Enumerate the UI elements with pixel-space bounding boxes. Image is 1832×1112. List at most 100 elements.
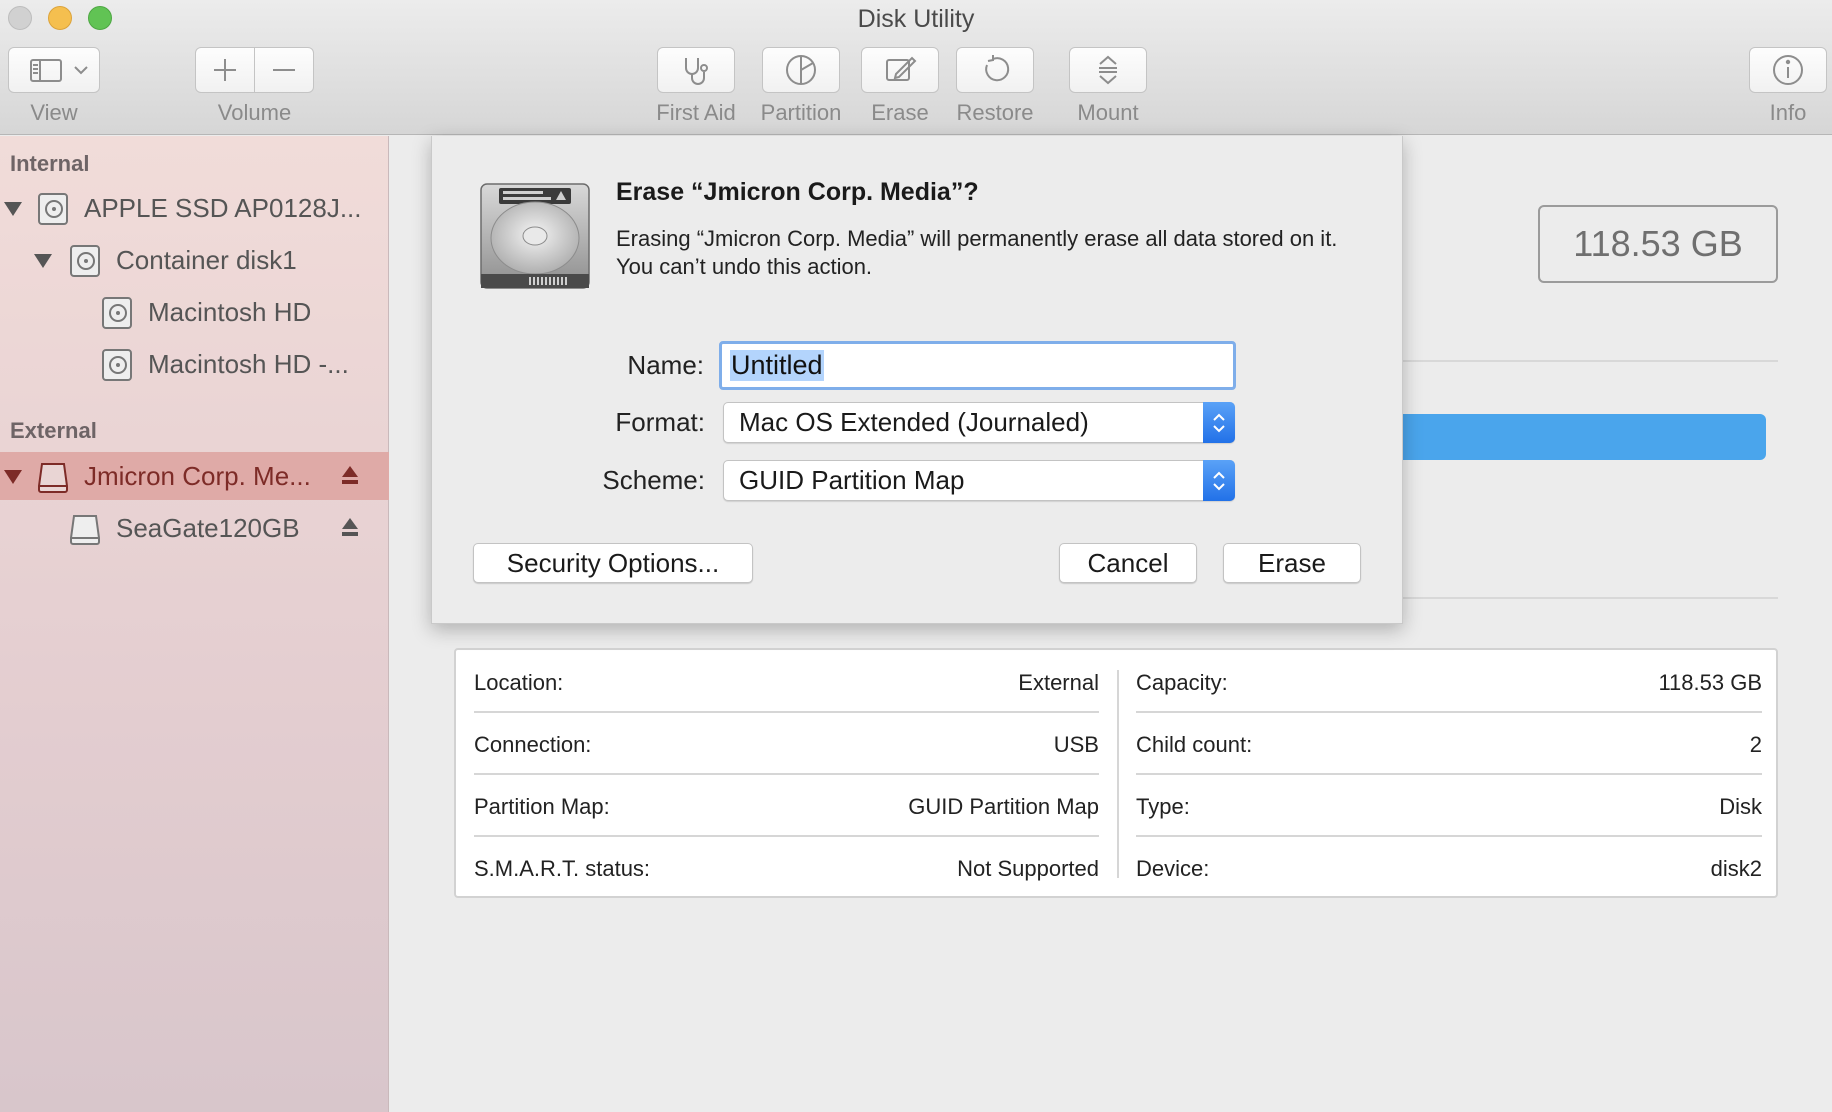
eject-icon[interactable]	[341, 516, 359, 538]
info-value-type: Disk	[1719, 794, 1762, 819]
partition-button[interactable]	[762, 47, 840, 93]
info-label-connection: Connection:	[474, 732, 592, 757]
info-icon	[1773, 55, 1803, 85]
erase-dialog: Erase “Jmicron Corp. Media”? Erasing “Jm…	[431, 136, 1403, 624]
sidebar-item-label: APPLE SSD AP0128J...	[84, 193, 362, 223]
sidebar-item-apple-ssd[interactable]: APPLE SSD AP0128J...	[0, 184, 389, 232]
row-divider	[1136, 773, 1762, 775]
divider	[1403, 360, 1778, 362]
info-value-device: disk2	[1710, 856, 1762, 881]
dialog-message: Erasing “Jmicron Corp. Media” will perma…	[616, 226, 1338, 279]
info-label-child-count: Child count:	[1136, 732, 1253, 757]
volume-label: Volume	[217, 100, 292, 125]
sidebar-item-jmicron[interactable]: Jmicron Corp. Me...	[0, 452, 389, 500]
erase-pencil-icon	[886, 56, 917, 81]
cancel-button[interactable]: Cancel	[1059, 543, 1197, 583]
remove-volume-button[interactable]	[255, 48, 314, 92]
disclosure-triangle-icon[interactable]	[4, 202, 22, 216]
restore-button[interactable]	[956, 47, 1034, 93]
info-button[interactable]	[1749, 47, 1827, 93]
erase-button[interactable]	[861, 47, 939, 93]
external-volume-icon	[70, 515, 100, 545]
sidebar: Internal APPLE SSD AP0128J... Container …	[0, 136, 389, 1112]
hard-drive-icon	[480, 183, 590, 289]
restore-label: Restore	[956, 100, 1034, 125]
info-label-partition-map: Partition Map:	[474, 794, 610, 819]
capacity-display: 118.53 GB	[1538, 205, 1778, 283]
scheme-label: Scheme:	[602, 465, 705, 495]
row-divider	[474, 773, 1099, 775]
disk-info-table: Location: External Connection: USB Parti…	[454, 648, 1778, 898]
mount-icon	[1099, 55, 1117, 85]
info-value-location: External	[1018, 670, 1099, 695]
info-value-connection: USB	[1053, 732, 1099, 757]
row-divider	[1136, 835, 1762, 837]
divider	[1403, 597, 1778, 599]
sidebar-item-label: SeaGate120GB	[116, 513, 300, 543]
external-disk-icon	[38, 463, 68, 493]
stethoscope-icon	[685, 58, 708, 85]
sidebar-item-macintosh-hd[interactable]: Macintosh HD	[0, 288, 389, 336]
format-select-value: Mac OS Extended (Journaled)	[739, 407, 1089, 437]
info-label-device: Device:	[1136, 856, 1210, 881]
partition-pie-icon	[786, 55, 816, 85]
select-arrows-icon	[1203, 402, 1235, 443]
info-label: Info	[1769, 100, 1807, 125]
add-volume-button[interactable]	[196, 48, 255, 92]
select-arrows-icon	[1203, 460, 1235, 501]
container-icon	[70, 245, 100, 277]
disclosure-triangle-icon[interactable]	[34, 254, 52, 268]
volume-icon	[102, 349, 132, 381]
partition-label: Partition	[760, 100, 842, 125]
view-button[interactable]	[8, 47, 100, 93]
security-options-button[interactable]: Security Options...	[473, 543, 753, 583]
scheme-select[interactable]: GUID Partition Map	[723, 460, 1235, 501]
sidebar-item-label: Container disk1	[116, 245, 297, 275]
format-label: Format:	[615, 407, 705, 437]
info-value-partition-map: GUID Partition Map	[908, 794, 1099, 819]
usage-bar	[1395, 414, 1766, 460]
volume-button-group	[195, 47, 314, 93]
sidebar-item-label: Jmicron Corp. Me...	[84, 461, 311, 491]
info-label-capacity: Capacity:	[1136, 670, 1228, 695]
window-title: Disk Utility	[857, 5, 975, 33]
sidebar-section-internal: Internal	[10, 151, 90, 176]
sidebar-section-external: External	[10, 418, 97, 443]
sidebar-item-label: Macintosh HD -...	[148, 349, 349, 379]
scheme-select-value: GUID Partition Map	[739, 465, 965, 495]
column-divider	[1117, 670, 1119, 878]
internal-disk-icon	[38, 193, 68, 225]
first-aid-label: First Aid	[656, 100, 736, 125]
sidebar-item-macintosh-hd-data[interactable]: Macintosh HD -...	[0, 340, 389, 388]
info-value-child-count: 2	[1749, 732, 1762, 757]
erase-label: Erase	[871, 100, 929, 125]
info-value-smart-status: Not Supported	[957, 856, 1099, 881]
mount-label: Mount	[1077, 100, 1139, 125]
minus-icon	[272, 69, 295, 71]
format-select[interactable]: Mac OS Extended (Journaled)	[723, 402, 1235, 443]
name-input[interactable]: Untitled	[719, 341, 1236, 390]
disclosure-triangle-icon[interactable]	[4, 470, 22, 484]
first-aid-button[interactable]	[657, 47, 735, 93]
erase-confirm-button[interactable]: Erase	[1223, 543, 1361, 583]
chevron-down-icon	[74, 66, 88, 75]
eject-icon[interactable]	[341, 464, 359, 486]
sidebar-toggle-icon	[30, 59, 88, 82]
sidebar-item-container-disk1[interactable]: Container disk1	[0, 236, 389, 284]
info-label-location: Location:	[474, 670, 564, 695]
dialog-title: Erase “Jmicron Corp. Media”?	[616, 178, 979, 206]
row-divider	[474, 835, 1099, 837]
info-value-capacity: 118.53 GB	[1658, 670, 1762, 695]
name-label: Name:	[627, 350, 704, 380]
info-label-type: Type:	[1136, 794, 1190, 819]
sidebar-item-label: Macintosh HD	[148, 297, 312, 327]
view-label: View	[30, 100, 78, 125]
restore-arrow-icon	[985, 55, 1010, 82]
mount-button[interactable]	[1069, 47, 1147, 93]
row-divider	[474, 711, 1099, 713]
plus-icon	[213, 59, 236, 81]
row-divider	[1136, 711, 1762, 713]
info-label-smart-status: S.M.A.R.T. status:	[474, 856, 651, 881]
name-input-value: Untitled	[730, 350, 824, 381]
sidebar-item-seagate120gb[interactable]: SeaGate120GB	[0, 504, 389, 552]
